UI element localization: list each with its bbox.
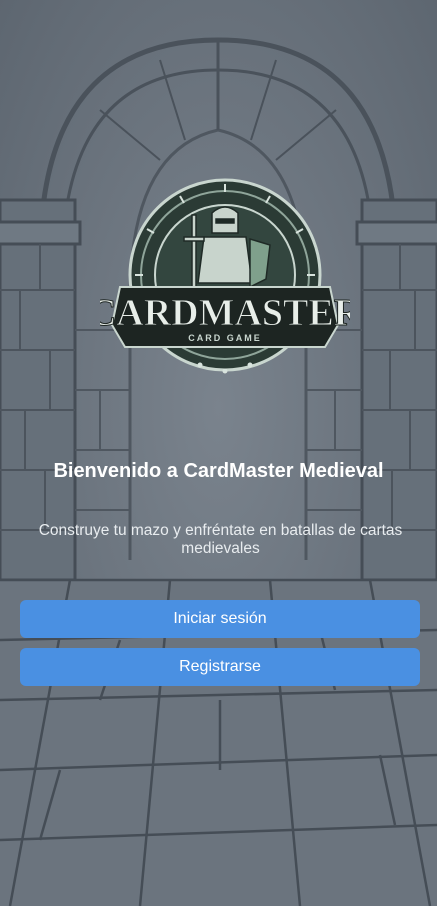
welcome-title: Bienvenido a CardMaster Medieval xyxy=(53,460,384,482)
welcome-subtitle: Construye tu mazo y enfréntate en batall… xyxy=(38,522,403,557)
logo-title: CARDMASTER xyxy=(100,292,350,334)
cardmaster-logo: CARDMASTER CARD GAME xyxy=(100,178,350,374)
welcome-screen: CARDMASTER CARD GAME Bienvenido a CardMa… xyxy=(0,0,437,906)
dungeon-background-image xyxy=(0,0,437,906)
logo-tagline: CARD GAME xyxy=(188,333,262,343)
login-button[interactable]: Iniciar sesión xyxy=(20,600,420,638)
register-button[interactable]: Registrarse xyxy=(20,648,420,686)
